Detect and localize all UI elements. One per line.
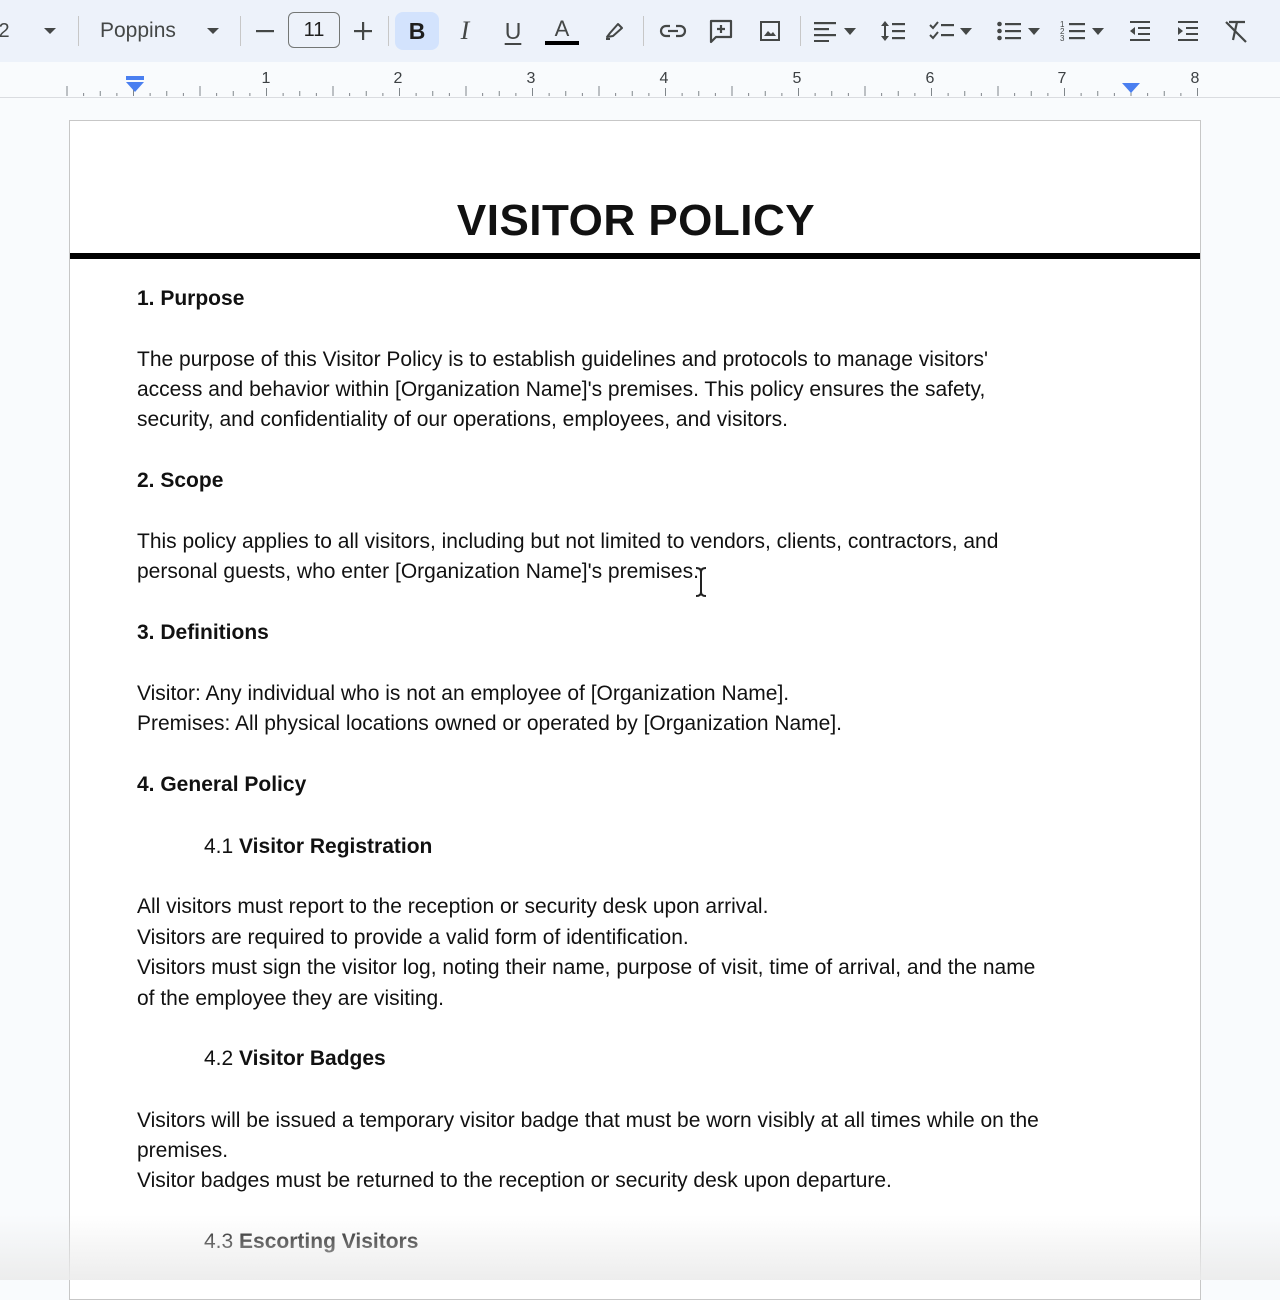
paragraph-line: This policy applies to all visitors, inc…	[137, 530, 999, 553]
font-family-dropdown[interactable]: Poppins	[100, 12, 226, 50]
toolbar-divider	[643, 16, 644, 46]
align-left-icon	[814, 22, 836, 42]
ruler-ticks	[66, 86, 1198, 96]
document-page[interactable]: VISITOR POLICY 1. Purpose The purpose of…	[69, 120, 1201, 1300]
decrease-indent-icon	[1130, 21, 1150, 41]
text-cursor-icon	[695, 567, 707, 597]
font-size-input[interactable]: 11	[288, 12, 340, 48]
decrease-indent-button[interactable]	[1126, 12, 1154, 50]
ruler-number: 7	[1057, 70, 1067, 87]
clear-formatting-button[interactable]	[1220, 12, 1252, 50]
italic-icon: I	[460, 16, 470, 45]
bold-button[interactable]: B	[395, 12, 439, 50]
ruler-number: 5	[792, 70, 802, 87]
underline-button[interactable]: U	[498, 12, 528, 50]
paragraph-line: Visitors will be issued a temporary visi…	[137, 1109, 1039, 1132]
ruler-number: 8	[1190, 70, 1200, 87]
font-family-label: Poppins	[100, 19, 176, 42]
paragraph-line: of the employee they are visiting.	[137, 987, 445, 1010]
horizontal-ruler[interactable]: 1 2 3 4 5 6 7 8	[0, 62, 1280, 98]
bulleted-list-dropdown[interactable]	[996, 12, 1048, 50]
insert-link-button[interactable]	[656, 12, 690, 50]
ruler-number: 6	[925, 70, 935, 87]
minus-icon	[256, 30, 274, 33]
line-spacing-icon	[881, 21, 905, 41]
text-color-swatch	[545, 41, 579, 45]
checklist-icon	[929, 21, 954, 40]
toolbar-divider	[78, 16, 79, 46]
subsection-number: 4.1	[204, 835, 234, 858]
paragraph-line: premises.	[137, 1139, 229, 1162]
checklist-dropdown[interactable]	[928, 12, 982, 50]
chevron-down-icon	[1092, 27, 1104, 35]
paragraph-line: Visitors are required to provide a valid…	[137, 926, 689, 949]
title-horizontal-rule	[70, 253, 1200, 259]
section-heading-general-policy: 4. General Policy	[137, 773, 307, 796]
paragraph-line: Visitors must sign the visitor log, noti…	[137, 956, 1036, 979]
section-heading-definitions: 3. Definitions	[137, 621, 269, 644]
chevron-down-icon	[844, 27, 856, 35]
paragraph-line: The purpose of this Visitor Policy is to…	[137, 348, 989, 371]
add-comment-icon	[709, 19, 733, 44]
paragraph-line: personal guests, who enter [Organization…	[137, 560, 699, 583]
subsection-heading-visitor-badges: 4.2 Visitor Badges	[204, 1044, 386, 1074]
numbered-list-icon: 1 2 3	[1060, 20, 1085, 43]
add-comment-button[interactable]	[706, 12, 736, 50]
ruler-number: 1	[261, 70, 271, 87]
chevron-down-icon	[960, 27, 972, 35]
text-color-button[interactable]: A	[544, 12, 580, 50]
right-indent-marker-icon[interactable]	[1121, 82, 1141, 94]
increase-indent-icon	[1178, 21, 1198, 41]
svg-text:3: 3	[1060, 34, 1065, 43]
highlight-color-button[interactable]	[600, 12, 628, 50]
bold-icon: B	[408, 17, 426, 44]
increase-font-size-button[interactable]	[350, 12, 376, 50]
toolbar-divider	[800, 16, 801, 46]
formatting-toolbar: 2 Poppins 11 B I U A 1 2 3	[0, 0, 1280, 62]
chevron-down-icon	[207, 28, 219, 34]
subsection-title: Visitor Badges	[239, 1047, 386, 1070]
clear-formatting-icon	[1225, 20, 1247, 43]
link-icon	[659, 24, 687, 38]
paragraph-line: Premises: All physical locations owned o…	[137, 712, 843, 735]
left-indent-marker-icon[interactable]	[125, 76, 145, 94]
section-heading-purpose: 1. Purpose	[137, 287, 245, 310]
style-dropdown-label: 2	[0, 20, 10, 42]
numbered-list-dropdown[interactable]: 1 2 3	[1060, 12, 1114, 50]
image-icon	[760, 21, 780, 41]
paragraph-line: All visitors must report to the receptio…	[137, 895, 769, 918]
italic-button[interactable]: I	[450, 12, 480, 50]
decrease-font-size-button[interactable]	[252, 12, 278, 50]
paragraph-line: Visitor: Any individual who is not an em…	[137, 682, 790, 705]
insert-image-button[interactable]	[756, 12, 784, 50]
align-dropdown[interactable]	[812, 12, 862, 50]
style-dropdown-arrow-icon[interactable]	[38, 12, 62, 50]
section-heading-scope: 2. Scope	[137, 469, 224, 492]
text-color-icon: A	[554, 16, 570, 41]
ruler-number: 2	[393, 70, 403, 87]
underline-icon: U	[504, 17, 522, 44]
subsection-heading-visitor-registration: 4.1 Visitor Registration	[204, 832, 432, 862]
plus-icon	[354, 22, 372, 40]
paragraph-line: access and behavior within [Organization…	[137, 378, 986, 401]
style-dropdown-partial[interactable]: 2	[0, 12, 14, 50]
bulleted-list-icon	[997, 21, 1021, 41]
increase-indent-button[interactable]	[1174, 12, 1202, 50]
highlighter-pen-icon	[606, 23, 623, 40]
subsection-number: 4.2	[204, 1047, 234, 1070]
subsection-heading-escorting-visitors: 4.3 Escorting Visitors	[204, 1227, 418, 1257]
toolbar-divider	[388, 16, 389, 46]
ruler-number: 4	[659, 70, 669, 87]
chevron-down-icon	[1028, 27, 1040, 35]
line-spacing-button[interactable]	[878, 12, 908, 50]
subsection-title: Visitor Registration	[239, 835, 433, 858]
subsection-number: 4.3	[204, 1230, 234, 1253]
font-size-value: 11	[303, 18, 325, 41]
toolbar-divider	[240, 16, 241, 46]
paragraph-line: security, and confidentiality of our ope…	[137, 408, 788, 431]
ruler-number: 3	[526, 70, 536, 87]
document-title: VISITOR POLICY	[456, 196, 816, 245]
subsection-title: Escorting Visitors	[239, 1230, 419, 1253]
paragraph-line: Visitor badges must be returned to the r…	[137, 1169, 892, 1192]
